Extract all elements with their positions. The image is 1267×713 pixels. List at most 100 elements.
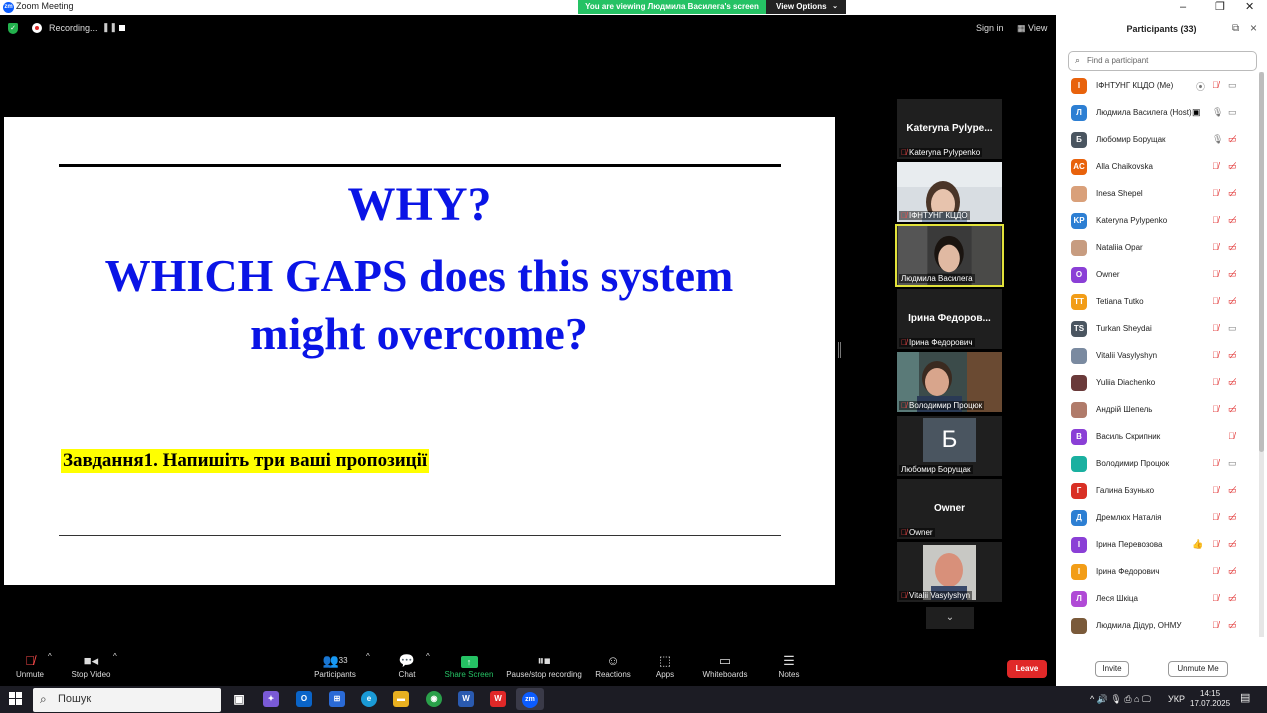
- mic-status-icon: 🎙̸: [1212, 404, 1219, 414]
- notes-button[interactable]: ☰ Notes: [772, 652, 806, 679]
- pause-stop-recording-button[interactable]: ⏸⏹ Pause/stop recording: [503, 652, 585, 679]
- apps-button[interactable]: ⬚ Apps: [648, 652, 682, 679]
- sign-in-link[interactable]: Sign in: [976, 23, 1004, 33]
- participant-row[interactable]: TS Turkan Sheydai 🎙̸ ▭: [1056, 316, 1261, 343]
- wps-icon[interactable]: W: [490, 691, 506, 707]
- participant-row[interactable]: Л Леся Шкіца 🎙̸ ▭̸: [1056, 586, 1261, 613]
- muted-mic-icon: 🎙̸: [901, 211, 907, 220]
- copilot-icon[interactable]: ✦: [263, 691, 279, 707]
- participant-name: Володимир Процюк: [1096, 459, 1170, 468]
- chat-button[interactable]: 💬 Chat: [390, 652, 424, 679]
- split-resize-handle[interactable]: [838, 342, 841, 358]
- leave-button[interactable]: Leave: [1007, 660, 1047, 678]
- participant-row[interactable]: В Василь Скрипник 🎙̸: [1056, 424, 1261, 451]
- close-icon[interactable]: ×: [1250, 21, 1257, 35]
- outlook-icon[interactable]: O: [296, 691, 312, 707]
- participant-row[interactable]: І Ірина Перевозова 👍 🎙̸ ▭̸: [1056, 532, 1261, 559]
- muted-mic-icon: 🎙̸: [901, 338, 907, 347]
- participant-row[interactable]: Андрій Шепель 🎙̸ ▭̸: [1056, 397, 1261, 424]
- window-title-bar: zm Zoom Meeting: [0, 0, 1056, 15]
- video-status-icon: ▭̸: [1228, 134, 1237, 144]
- maximize-button[interactable]: ❐: [1215, 0, 1225, 14]
- taskbar-search-input[interactable]: ⌕ Пошук: [33, 688, 221, 712]
- video-tile[interactable]: 🎙̸ ІФНТУНГ КЦДО: [897, 162, 1002, 222]
- view-options-label: View Options: [776, 2, 827, 11]
- participant-row[interactable]: Yuliia Diachenko 🎙̸ ▭̸: [1056, 370, 1261, 397]
- chrome-icon[interactable]: ◉: [426, 691, 442, 707]
- store-icon[interactable]: ⊞: [329, 691, 345, 707]
- edge-icon[interactable]: e: [361, 691, 377, 707]
- participant-row[interactable]: Б Любомир Борущак 🎙 ▭̸: [1056, 127, 1261, 154]
- unmute-button[interactable]: 🎙̸ Unmute: [10, 652, 50, 679]
- chat-caret-icon[interactable]: ^: [426, 652, 430, 661]
- mic-status-icon: 🎙̸: [1212, 377, 1219, 387]
- mic-status-icon: 🎙: [1212, 134, 1224, 144]
- whiteboards-button[interactable]: ▭ Whiteboards: [700, 652, 750, 679]
- tray-icons[interactable]: ^ 🔊 🎙 ⎙ ⌂ 🖵: [1090, 694, 1151, 705]
- invite-button[interactable]: Invite: [1095, 661, 1129, 677]
- participant-row[interactable]: Людмила Дідур, ОНМУ 🎙̸ ▭̸: [1056, 613, 1261, 640]
- more-tiles-chevron-icon[interactable]: ⌄: [926, 607, 974, 629]
- file-explorer-icon[interactable]: ▬: [393, 691, 409, 707]
- participant-name: Vitalii Vasylyshyn: [1096, 351, 1158, 360]
- avatar: [1071, 456, 1087, 472]
- participant-row[interactable]: Л Людмила Василега (Host) ▣ 🎙 ▭: [1056, 100, 1261, 127]
- participants-caret-icon[interactable]: ^: [366, 652, 370, 661]
- security-shield-icon[interactable]: ✓: [8, 23, 18, 34]
- pause-recording-button[interactable]: ❚❚: [102, 22, 117, 33]
- participant-row[interactable]: І Ірина Федорович 🎙̸ ▭̸: [1056, 559, 1261, 586]
- close-window-button[interactable]: ✕: [1245, 0, 1254, 14]
- minimize-button[interactable]: –: [1180, 0, 1186, 14]
- participant-search-input[interactable]: ⌕ Find a participant: [1068, 51, 1257, 71]
- unmute-me-button[interactable]: Unmute Me: [1168, 661, 1228, 677]
- audio-options-caret-icon[interactable]: ^: [48, 652, 52, 661]
- video-tile[interactable]: 🎙̸ Vitalii Vasylyshyn: [897, 542, 1002, 602]
- language-indicator[interactable]: УКР: [1168, 694, 1185, 704]
- taskbar-clock[interactable]: 14:15 17.07.2025: [1190, 689, 1230, 709]
- view-options-button[interactable]: View Options ⌄: [766, 0, 846, 14]
- active-speaker-tile[interactable]: Людмила Василега: [895, 224, 1004, 287]
- thumbs-up-icon: 👍: [1192, 539, 1204, 549]
- participant-row[interactable]: Д Дремлюх Наталія 🎙̸ ▭̸: [1056, 505, 1261, 532]
- participant-row[interactable]: Володимир Процюк 🎙̸ ▭: [1056, 451, 1261, 478]
- participant-row[interactable]: Nataliia Opar 🎙̸ ▭̸: [1056, 235, 1261, 262]
- participant-row[interactable]: TT Tetiana Tutko 🎙̸ ▭̸: [1056, 289, 1261, 316]
- windows-start-icon[interactable]: [9, 692, 22, 705]
- video-tile[interactable]: 🎙̸ Володимир Процюк: [897, 352, 1002, 412]
- avatar: [1071, 618, 1087, 634]
- participants-button[interactable]: 👥33 Participants: [308, 652, 362, 679]
- stop-video-button[interactable]: ■◂ Stop Video: [66, 652, 116, 679]
- chevron-down-icon: ⌄: [832, 3, 838, 10]
- video-tile[interactable]: Ірина Федоров... 🎙̸ Ірина Федорович: [897, 289, 1002, 349]
- avatar: [1071, 240, 1087, 256]
- participant-row[interactable]: Г Галина Бзунько 🎙̸ ▭̸: [1056, 478, 1261, 505]
- participant-list-scrollbar[interactable]: [1259, 72, 1264, 637]
- search-icon: ⌕: [40, 692, 47, 706]
- zoom-taskbar-icon[interactable]: zm: [516, 688, 544, 710]
- view-menu-button[interactable]: ▦ View: [1017, 23, 1047, 34]
- participant-row[interactable]: Inesa Shepel 🎙̸ ▭̸: [1056, 181, 1261, 208]
- popout-icon[interactable]: ⧉: [1232, 23, 1239, 34]
- tile-name: Kateryna Pylype...: [906, 123, 993, 134]
- video-status-icon: ▭̸: [1228, 188, 1237, 198]
- reactions-button[interactable]: ☺ Reactions: [592, 652, 634, 679]
- slide-heading-why: WHY?: [347, 178, 492, 231]
- video-tile[interactable]: Б Любомир Борущак: [897, 416, 1002, 476]
- video-options-caret-icon[interactable]: ^: [113, 652, 117, 661]
- participant-row[interactable]: AC Alla Chaikovska 🎙̸ ▭̸: [1056, 154, 1261, 181]
- stop-recording-button[interactable]: [119, 25, 125, 31]
- video-tile[interactable]: Kateryna Pylype... 🎙̸ Kateryna Pylypenko: [897, 99, 1002, 159]
- participant-row[interactable]: Vitalii Vasylyshyn 🎙̸ ▭̸: [1056, 343, 1261, 370]
- participant-row[interactable]: KP Kateryna Pylypenko 🎙̸ ▭̸: [1056, 208, 1261, 235]
- task-view-icon[interactable]: ▣: [231, 691, 247, 707]
- word-icon[interactable]: W: [458, 691, 474, 707]
- participant-row[interactable]: O Owner 🎙̸ ▭̸: [1056, 262, 1261, 289]
- video-status-icon: ▭̸: [1228, 296, 1237, 306]
- notification-icon[interactable]: ▤: [1240, 691, 1250, 704]
- participant-row[interactable]: І ІФНТУНГ КЦДО (Me) ⦿ 🎙̸ ▭: [1056, 73, 1261, 100]
- participant-name: Inesa Shepel: [1096, 189, 1143, 198]
- share-screen-button[interactable]: ↑ Share Screen: [443, 652, 495, 679]
- mic-status-icon: 🎙̸: [1212, 242, 1219, 252]
- video-status-icon: ▭̸: [1228, 620, 1237, 630]
- video-tile[interactable]: Owner 🎙̸ Owner: [897, 479, 1002, 539]
